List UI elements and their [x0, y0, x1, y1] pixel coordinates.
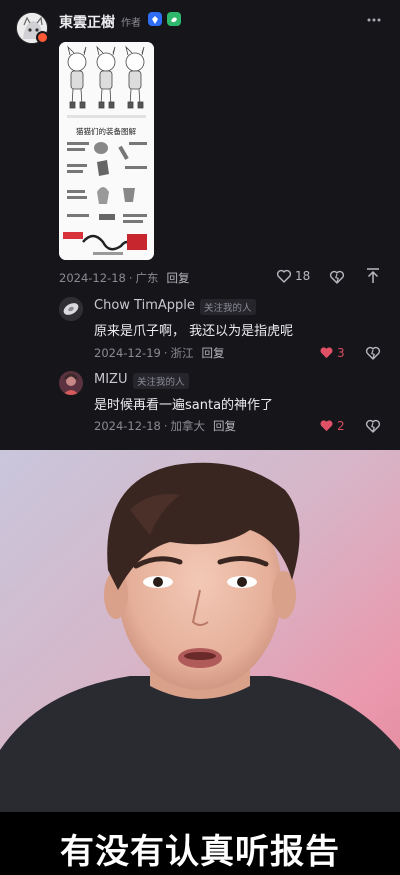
level-badge-icon: [167, 12, 181, 26]
more-icon[interactable]: [364, 10, 384, 30]
reply-location: 浙江: [170, 346, 194, 360]
comment-thread: 東雲正樹 作者 猫猫们的装备图解 2024-12-18 · 广东 回复 18 C…: [0, 0, 400, 450]
reply-text: 是时候再看一遍santa的神作了: [94, 398, 274, 413]
follow-tag: 关注我的人: [200, 299, 256, 315]
author-name[interactable]: 東雲正樹: [59, 12, 115, 32]
reply-author-name[interactable]: Chow TimApple: [94, 298, 195, 313]
upload-icon[interactable]: [365, 267, 381, 285]
dislike-icon[interactable]: [329, 269, 345, 285]
comment-location: 广东: [135, 271, 159, 285]
dislike-icon[interactable]: [365, 418, 381, 434]
heart-filled-icon[interactable]: [319, 418, 334, 433]
comment-reply-button[interactable]: 回复: [167, 271, 190, 285]
avatar-badge: [36, 31, 49, 44]
comment-image[interactable]: 猫猫们的装备图解: [59, 42, 154, 260]
heart-outline-icon[interactable]: [276, 268, 292, 284]
dislike-icon[interactable]: [365, 345, 381, 361]
author-tag: 作者: [121, 18, 141, 29]
reply-location: 加拿大: [170, 419, 206, 433]
comment-meta: 2024-12-18 · 广东 回复: [59, 271, 190, 285]
verified-badge-icon: [148, 12, 162, 26]
follow-tag: 关注我的人: [133, 373, 189, 389]
meme-caption: 有没有认真听报告: [60, 832, 340, 872]
reply-like-count: 3: [337, 346, 345, 360]
reply-reply-button[interactable]: 回复: [202, 346, 225, 360]
reply-like-count: 2: [337, 419, 345, 433]
reply-text: 原来是爪子啊， 我还以为是指虎呢: [94, 324, 294, 339]
reply-author-name[interactable]: MIZU: [94, 372, 127, 387]
reply-reply-button[interactable]: 回复: [213, 419, 236, 433]
heart-filled-icon[interactable]: [319, 345, 334, 360]
reply-avatar[interactable]: [59, 371, 83, 395]
reply-avatar[interactable]: [59, 297, 83, 321]
reply-meta: 2024-12-18 · 加拿大 回复: [94, 419, 236, 433]
reply-date: 2024-12-19: [94, 346, 161, 360]
meme-photo: [0, 450, 400, 812]
reply-meta: 2024-12-19 · 浙江 回复: [94, 346, 225, 360]
comment-date: 2024-12-18: [59, 271, 126, 285]
attachment-title: 猫猫们的装备图解: [76, 126, 136, 136]
comment-like-count: 18: [295, 269, 311, 283]
reply-date: 2024-12-18: [94, 419, 161, 433]
